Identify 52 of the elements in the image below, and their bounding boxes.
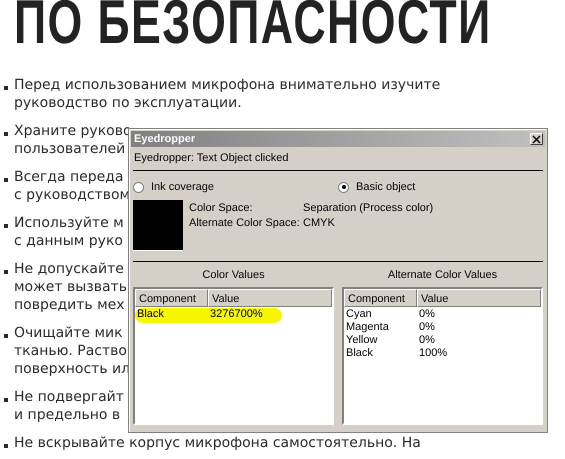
table-cell-text: Cyan [346,308,373,321]
radio-label: Ink coverage [151,181,214,193]
bullet-icon [4,270,8,274]
property-value: CMYK [303,217,335,229]
property-label: Color Space: [189,202,254,214]
panel-title: Color Values [201,269,266,283]
column-header[interactable]: Component [135,289,208,307]
body-text-line: тканью. Раство [14,342,128,360]
table-cell-text: Magenta [346,321,390,334]
body-text-line: Используйте м [14,214,124,232]
body-text-line: с данным руко [14,232,124,250]
body-text-line: Очищайте мик [14,324,124,342]
body-text-line: Всегда переда [14,168,125,186]
body-text-line: повредить мех [14,296,126,314]
table-cell: 0% [419,334,435,347]
radio-button[interactable] [133,182,144,192]
bullet-icon [4,444,8,448]
table-cell: 0% [419,308,435,321]
table-cell: 100% [419,347,448,360]
body-text-line: Перед использованием микрофона внимательно изучите [14,76,440,94]
body-text-line: и предельно в [14,406,122,424]
column-header[interactable]: Value [417,289,541,307]
property-value: Separation (Process color) [303,202,434,214]
column-header[interactable]: Component [344,289,417,307]
bullet-icon [4,398,8,402]
body-text-line: Не допускайте [14,260,125,278]
body-text-line: может вызвать [14,278,127,296]
bullet-icon [4,334,8,338]
table-cell-text: Yellow [346,334,378,347]
body-text-line: Не подвергайт [14,388,124,406]
table-cell: 3276700% [210,308,263,321]
table-cell-text: Black [346,347,374,360]
radio-button[interactable] [338,182,349,192]
property-label: Alternate Color Space: [189,217,301,229]
column-header[interactable]: Value [208,289,332,307]
bullet-icon [4,224,8,228]
bullet-icon [4,132,8,136]
radio-label: Basic object [356,181,416,193]
close-icon [532,134,541,144]
close-button[interactable] [530,133,543,145]
status-text: Eyedropper: Text Object clicked [133,151,290,166]
body-text-line: руководство по эксплуатации. [14,94,243,112]
body-text-line: с руководством [14,186,130,204]
table-cell-text: Black [137,308,165,321]
body-text-line: Не вскрывайте корпус микрофона самостоятельно. На [14,434,421,452]
body-text-line: пользователей [14,140,126,158]
panel-title: Alternate Color Values [386,269,498,283]
bullet-icon [4,178,8,182]
color-swatch [133,200,183,251]
bullet-icon [4,86,8,90]
window-title: Eyedropper [134,133,196,145]
table-cell: 0% [419,321,435,334]
